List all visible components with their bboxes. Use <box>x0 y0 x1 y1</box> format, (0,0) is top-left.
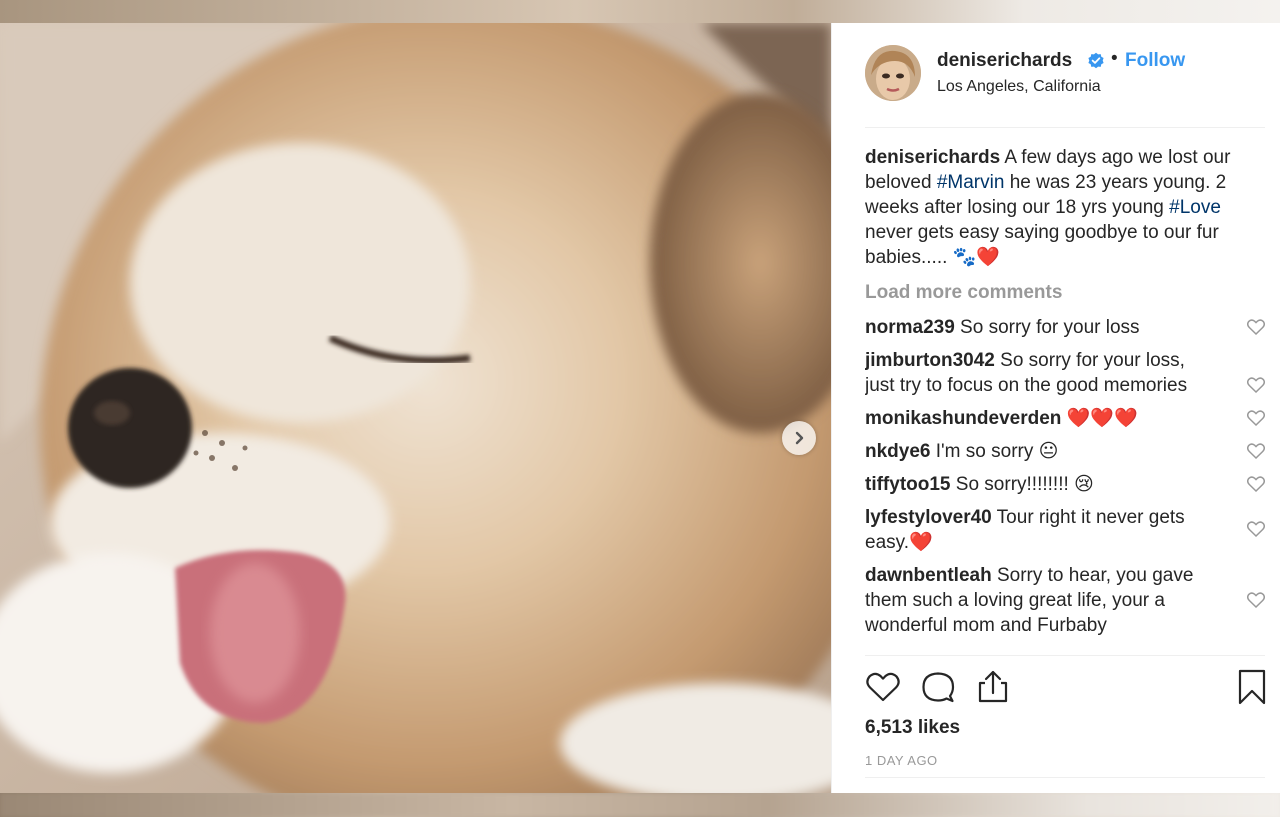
comment-username[interactable]: nkdye6 <box>865 441 930 462</box>
comment-item: lyfestylover40 Tour right it never gets … <box>865 505 1265 555</box>
follow-button[interactable]: Follow <box>1125 50 1185 72</box>
share-icon[interactable] <box>975 669 1011 705</box>
dog-photo-image <box>0 23 831 793</box>
header-divider <box>865 127 1265 128</box>
comment-bubble-icon[interactable] <box>920 669 956 705</box>
chevron-right-icon <box>795 431 804 445</box>
comment-like-heart-icon[interactable] <box>1247 592 1265 608</box>
comment-like-heart-icon[interactable] <box>1247 521 1265 537</box>
comment-username[interactable]: monikashundeverden <box>865 408 1061 429</box>
comment-username[interactable]: norma239 <box>865 317 955 338</box>
comments-list[interactable]: deniserichards A few days ago we lost ou… <box>865 145 1265 655</box>
comment-like-heart-icon[interactable] <box>1247 410 1265 426</box>
avatar-image <box>865 45 921 101</box>
comment-username[interactable]: lyfestylover40 <box>865 507 992 528</box>
separator-dot: • <box>1111 48 1118 69</box>
likes-count[interactable]: 6,513 likes <box>865 717 960 739</box>
comment-text: So sorry for your loss <box>954 317 1140 338</box>
comment-text: I'm so sorry 😐 <box>930 441 1059 462</box>
comment-username[interactable]: tiffytoo15 <box>865 474 951 495</box>
load-more-comments-button[interactable]: Load more comments <box>865 280 1265 305</box>
comment-like-heart-icon[interactable] <box>1247 476 1265 492</box>
comment-item: tiffytoo15 So sorry!!!!!!!! 😢 <box>865 472 1265 497</box>
comment-item: dawnbentleah Sorry to hear, you gave the… <box>865 563 1265 638</box>
caption-text-3: never gets easy saying goodbye to our fu… <box>865 222 1219 268</box>
post-sidebar: deniserichards • Follow Los Angeles, Cal… <box>831 23 1280 793</box>
post-card: deniserichards • Follow Los Angeles, Cal… <box>0 23 1280 793</box>
blurred-bottom-band <box>0 793 1280 817</box>
post-caption: deniserichards A few days ago we lost ou… <box>865 145 1235 270</box>
comment-like-heart-icon[interactable] <box>1247 377 1265 393</box>
heart-icon[interactable] <box>865 669 901 705</box>
verified-badge-icon <box>1088 52 1104 69</box>
blurred-top-band <box>0 0 1280 23</box>
hashtag-marvin[interactable]: #Marvin <box>937 172 1005 193</box>
bookmark-icon[interactable] <box>1234 669 1270 705</box>
comment-text: ❤️❤️❤️ <box>1061 408 1138 429</box>
comment-like-heart-icon[interactable] <box>1247 319 1265 335</box>
avatar[interactable] <box>865 45 921 101</box>
comment-username[interactable]: dawnbentleah <box>865 565 992 586</box>
post-username[interactable]: deniserichards <box>937 50 1072 72</box>
post-timestamp[interactable]: 1 DAY AGO <box>865 753 938 768</box>
post-location[interactable]: Los Angeles, California <box>937 78 1101 96</box>
comment-username[interactable]: jimburton3042 <box>865 350 995 371</box>
comment-item: norma239 So sorry for your loss <box>865 315 1265 340</box>
comment-item: monikashundeverden ❤️❤️❤️ <box>865 406 1265 431</box>
post-photo[interactable] <box>0 23 831 793</box>
footer-divider <box>865 777 1265 778</box>
post-header: deniserichards • Follow Los Angeles, Cal… <box>865 45 1265 105</box>
caption-username[interactable]: deniserichards <box>865 147 1000 168</box>
comment-like-heart-icon[interactable] <box>1247 443 1265 459</box>
comment-item: nkdye6 I'm so sorry 😐 <box>865 439 1265 464</box>
next-photo-button[interactable] <box>782 421 816 455</box>
hashtag-love[interactable]: #Love <box>1169 197 1221 218</box>
comments-divider <box>865 655 1265 656</box>
comment-text: So sorry!!!!!!!! 😢 <box>950 474 1094 495</box>
action-bar <box>865 669 1266 709</box>
comment-item: jimburton3042 So sorry for your loss, ju… <box>865 348 1265 398</box>
